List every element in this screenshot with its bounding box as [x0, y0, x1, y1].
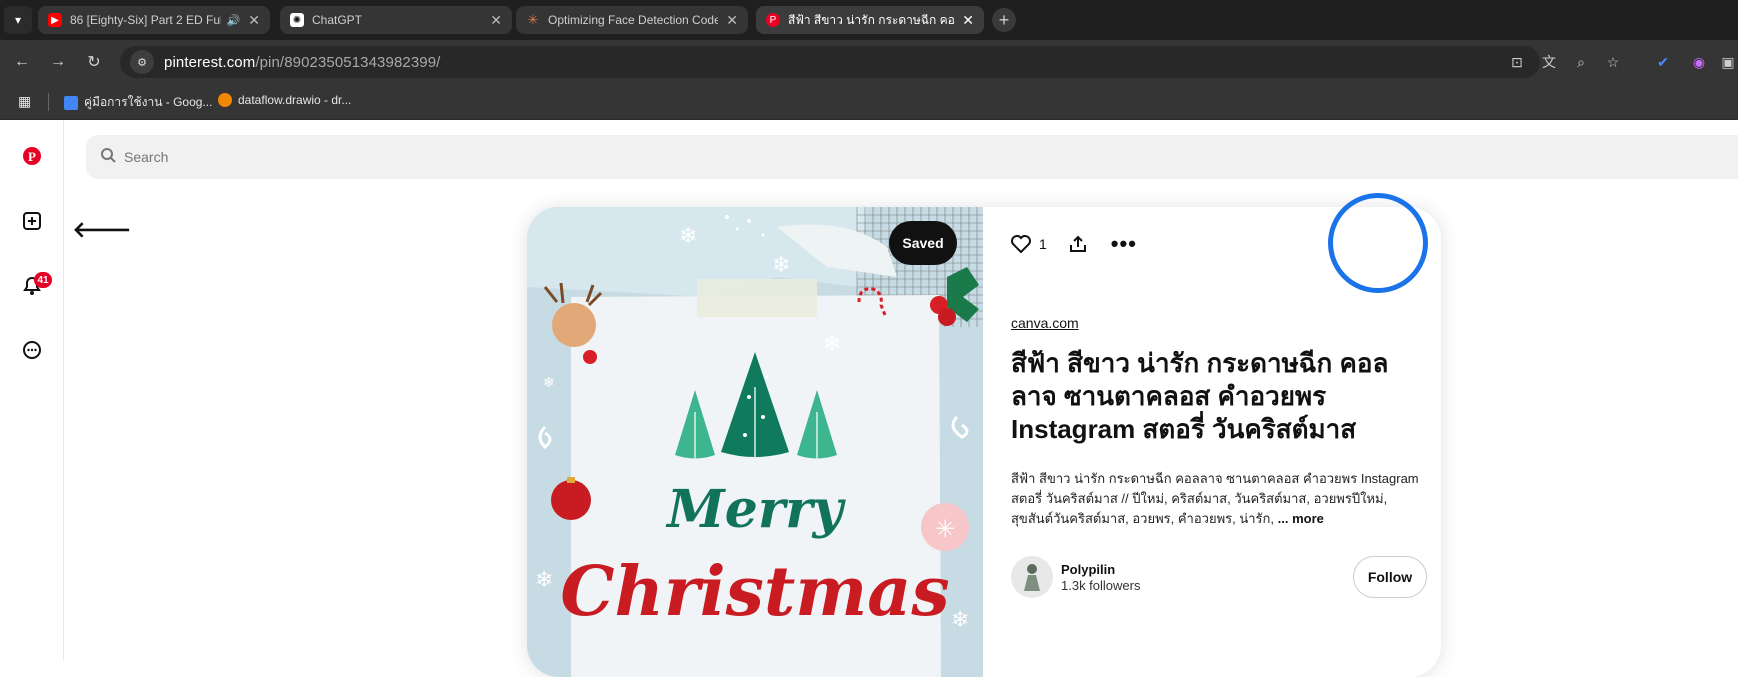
zoom-icon[interactable]: ⌕	[1571, 52, 1591, 72]
pinterest-sidebar: P 41	[0, 120, 64, 661]
saved-highlight-ring	[1328, 193, 1428, 293]
tab-strip: ▾ ▶ 86 [Eighty-Six] Part 2 ED Full 🔊 ✕ ✺…	[0, 0, 1738, 40]
extension-check-icon[interactable]: ✔	[1653, 52, 1673, 72]
svg-text:❄: ❄	[543, 375, 555, 391]
apps-grid-icon[interactable]: ▦	[18, 93, 31, 110]
pin-image-text-christmas: Christmas	[560, 552, 949, 632]
tab-title: 86 [Eighty-Six] Part 2 ED Full	[70, 13, 221, 27]
creator-info: Polypilin 1.3k followers	[1061, 562, 1140, 593]
youtube-icon: ▶	[48, 13, 62, 27]
svg-text:❄: ❄	[951, 608, 969, 633]
react-heart-icon[interactable]	[1011, 235, 1031, 253]
creator-followers: 1.3k followers	[1061, 577, 1141, 593]
more-description-link[interactable]: ... more	[1278, 511, 1324, 526]
svg-text:❄: ❄	[772, 253, 790, 278]
pin-closeup-card: ✳ ❄ ❄ ❄ ❄ ❄ ❄ Merry Christmas 1 ••• canva.com…	[527, 207, 1441, 677]
more-options-icon[interactable]: •••	[1111, 231, 1137, 257]
pin-source-link[interactable]: canva.com	[1011, 315, 1079, 331]
reload-button[interactable]: ↻	[82, 50, 106, 74]
url-path: /pin/890235051343982399/	[255, 53, 441, 71]
creator-row: Polypilin 1.3k followers	[1011, 556, 1140, 598]
search-input[interactable]	[124, 149, 724, 165]
extension-brain-icon[interactable]: ◉	[1689, 52, 1709, 72]
close-tab-icon[interactable]: ✕	[248, 12, 260, 29]
install-app-icon[interactable]: ⊡	[1507, 52, 1527, 72]
notification-count-badge: 41	[34, 272, 52, 288]
bookmark-label: dataflow.drawio - dr...	[238, 93, 352, 107]
close-tab-icon[interactable]: ✕	[490, 12, 502, 29]
tab-claude[interactable]: ✳ Optimizing Face Detection Code ✕	[516, 6, 748, 34]
tab-youtube[interactable]: ▶ 86 [Eighty-Six] Part 2 ED Full 🔊 ✕	[38, 6, 270, 34]
close-tab-icon[interactable]: ✕	[726, 12, 738, 29]
share-icon[interactable]	[1069, 235, 1087, 253]
plus-icon: +	[998, 9, 1010, 30]
pin-description-text: สีฟ้า สีขาว น่ารัก กระดาษฉีก คอลลาจ ซานต…	[1011, 471, 1419, 526]
pin-title: สีฟ้า สีขาว น่ารัก กระดาษฉีก คอลลาจ ซานต…	[1011, 348, 1389, 444]
site-info-icon[interactable]: ⚙	[130, 50, 154, 74]
saved-button[interactable]: Saved	[889, 221, 957, 265]
tab-pinterest[interactable]: P สีฟ้า สีขาว น่ารัก กระดาษฉีก คอลลาจ ✕	[756, 6, 984, 34]
tab-chatgpt[interactable]: ✺ ChatGPT ✕	[280, 6, 512, 34]
pinterest-icon: P	[766, 13, 780, 27]
google-docs-icon	[64, 95, 78, 110]
new-tab-button[interactable]: +	[992, 8, 1016, 32]
search-icon	[100, 147, 116, 168]
svg-text:P: P	[28, 149, 36, 164]
pin-image[interactable]: ✳ ❄ ❄ ❄ ❄ ❄ ❄ Merry Christmas	[527, 207, 983, 677]
like-count: 1	[1039, 236, 1047, 252]
url-host: pinterest.com	[164, 53, 256, 71]
messages-icon[interactable]	[20, 338, 44, 362]
back-arrow-icon[interactable]: 🡐	[73, 216, 132, 244]
follow-button[interactable]: Follow	[1353, 556, 1427, 598]
bookmark-drawio[interactable]: dataflow.drawio - dr...	[218, 93, 351, 107]
tab-title: Optimizing Face Detection Code	[548, 13, 719, 27]
bookmarks-bar: ▦ คู่มือการใช้งาน - Goog... dataflow.dra…	[0, 84, 1738, 120]
svg-text:❄: ❄	[823, 332, 841, 357]
extensions-puzzle-icon[interactable]: ▣	[1718, 52, 1738, 72]
svg-text:❄: ❄	[679, 224, 697, 249]
address-bar[interactable]: ⚙ pinterest.com/pin/890235051343982399/	[120, 46, 1540, 78]
tab-search-menu-button[interactable]: ▾	[4, 6, 32, 34]
bookmark-divider	[48, 93, 49, 111]
pin-image-text-merry: Merry	[665, 479, 846, 540]
chatgpt-icon: ✺	[290, 13, 304, 27]
creator-avatar[interactable]	[1011, 556, 1053, 598]
pinterest-search-bar[interactable]	[86, 135, 1738, 179]
drawio-icon	[218, 93, 232, 107]
close-tab-icon[interactable]: ✕	[962, 12, 974, 29]
bookmark-google-docs[interactable]: คู่มือการใช้งาน - Goog...	[64, 93, 212, 112]
url-text[interactable]: pinterest.com/pin/890235051343982399/	[164, 54, 440, 71]
svg-text:❄: ❄	[535, 568, 553, 593]
create-pin-icon[interactable]	[20, 209, 44, 233]
svg-text:✳: ✳	[935, 515, 955, 543]
pin-action-bar: 1 •••	[1011, 231, 1137, 257]
claude-icon: ✳	[527, 12, 539, 27]
bookmark-star-icon[interactable]: ☆	[1603, 52, 1623, 72]
bookmark-label: คู่มือการใช้งาน - Goog...	[84, 95, 213, 109]
forward-button[interactable]: →	[46, 50, 70, 74]
tab-title: ChatGPT	[312, 13, 363, 27]
translate-icon[interactable]: 文	[1539, 52, 1559, 72]
tab-title: สีฟ้า สีขาว น่ารัก กระดาษฉีก คอลลาจ	[788, 12, 955, 27]
creator-name[interactable]: Polypilin	[1061, 562, 1140, 577]
pin-description: สีฟ้า สีขาว น่ารัก กระดาษฉีก คอลลาจ ซานต…	[1011, 469, 1421, 529]
browser-toolbar: ← → ↻ ⚙ pinterest.com/pin/89023505134398…	[0, 40, 1738, 84]
back-button[interactable]: ←	[10, 50, 34, 74]
pinterest-logo-icon[interactable]: P	[20, 144, 44, 168]
audio-playing-icon[interactable]: 🔊	[227, 14, 241, 27]
